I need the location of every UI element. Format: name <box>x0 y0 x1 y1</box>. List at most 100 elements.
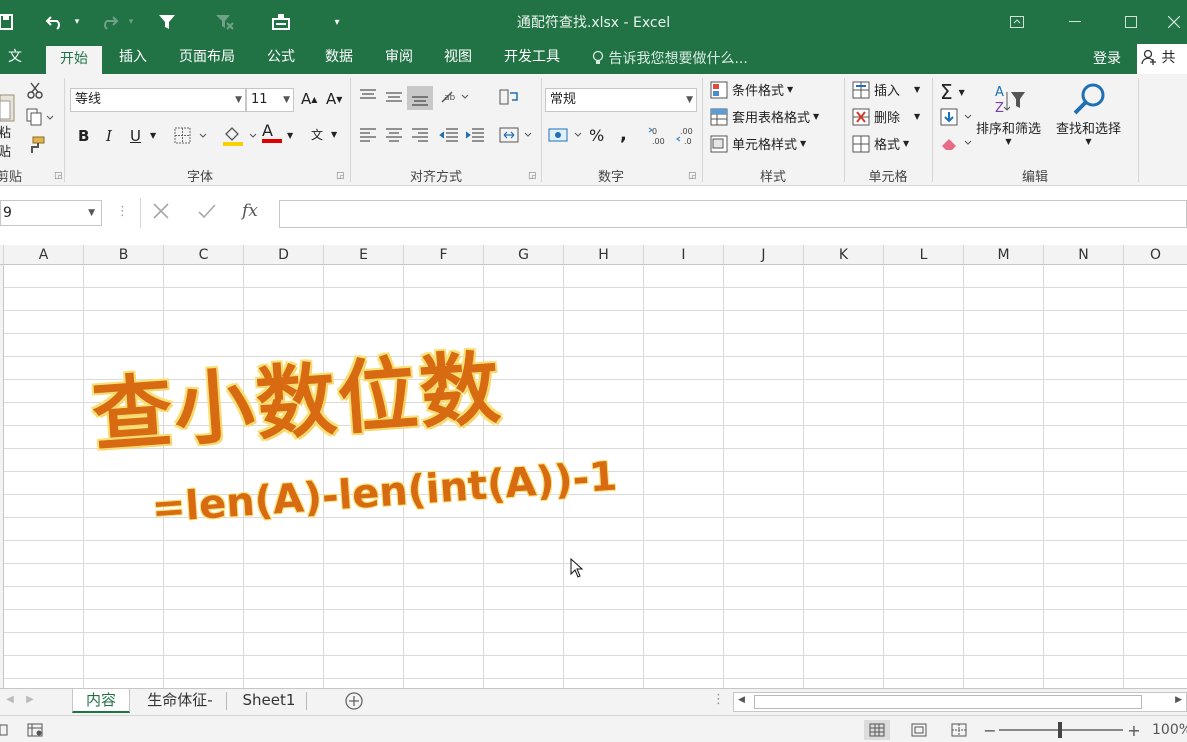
new-sheet-icon[interactable] <box>342 689 366 713</box>
page-layout-view-icon[interactable] <box>906 720 932 740</box>
tab-review[interactable]: 审阅 <box>376 44 422 74</box>
delete-cells-button[interactable]: 删除 ▼ <box>852 107 920 126</box>
column-header-o[interactable]: O <box>1124 245 1187 265</box>
grow-font-button[interactable]: A ▲ <box>301 90 317 108</box>
number-format-box[interactable]: 常规 ▼ <box>545 88 697 112</box>
column-header-d[interactable]: D <box>244 245 324 265</box>
font-launcher-icon[interactable]: ◲ <box>336 171 346 181</box>
fill-color-icon[interactable] <box>222 125 258 147</box>
column-header-i[interactable]: I <box>644 245 724 265</box>
comma-style-button[interactable]: , <box>620 124 627 145</box>
font-name-box[interactable]: 等线 ▼ <box>70 88 246 112</box>
column-header-h[interactable]: H <box>564 245 644 265</box>
font-color-dropdown-icon[interactable]: ▼ <box>287 131 293 140</box>
tell-me-box[interactable]: 告诉我您想要做什么... <box>592 48 748 74</box>
zoom-slider-thumb[interactable] <box>1058 722 1062 738</box>
zoom-level[interactable]: 100% <box>1152 720 1187 740</box>
confirm-entry-icon[interactable] <box>197 202 217 225</box>
accounting-format-icon[interactable] <box>548 126 584 146</box>
format-painter-icon[interactable] <box>26 136 46 154</box>
horizontal-scrollbar[interactable]: ◀ ▶ <box>733 692 1187 712</box>
sheet-tab-vitals[interactable]: 生命体征- <box>134 689 226 713</box>
macro-record-icon[interactable] <box>22 720 48 740</box>
sign-in-link[interactable]: 登录 <box>1093 48 1121 70</box>
minimize-icon[interactable] <box>1052 8 1098 36</box>
zoom-out-icon[interactable]: − <box>980 720 1000 740</box>
column-header-k[interactable]: K <box>804 245 884 265</box>
cell-styles-button[interactable]: 单元格样式 ▼ <box>710 134 806 153</box>
clipboard-launcher-icon[interactable]: ◲ <box>54 171 64 181</box>
fill-button[interactable] <box>940 108 976 126</box>
column-header-c[interactable]: C <box>164 245 244 265</box>
font-color-button[interactable]: A <box>262 123 282 143</box>
formula-input[interactable] <box>279 200 1187 228</box>
number-launcher-icon[interactable]: ◲ <box>688 171 698 181</box>
close-icon[interactable] <box>1160 8 1187 36</box>
scroll-left-icon[interactable]: ◀ <box>738 695 745 705</box>
column-header-f[interactable]: F <box>404 245 484 265</box>
tab-home[interactable]: 开始 <box>46 46 102 74</box>
column-header-g[interactable]: G <box>484 245 564 265</box>
scroll-right-icon[interactable]: ▶ <box>1175 695 1182 705</box>
share-button[interactable]: 共享 <box>1137 44 1187 94</box>
insert-cells-button[interactable]: 插入 ▼ <box>852 80 920 99</box>
column-header-l[interactable]: L <box>884 245 964 265</box>
chevron-down-icon[interactable]: ▼ <box>88 201 95 225</box>
column-header-j[interactable]: J <box>724 245 804 265</box>
column-header-b[interactable]: B <box>84 245 164 265</box>
page-break-view-icon[interactable] <box>946 720 972 740</box>
decrease-decimal-icon[interactable]: .00.0 <box>676 126 698 146</box>
split-handle-icon[interactable]: ⋮ <box>712 689 725 713</box>
sort-filter-button[interactable]: AZ 排序和筛选 ▼ <box>976 82 1041 146</box>
font-size-box[interactable]: 11 ▼ <box>246 88 294 112</box>
tab-file[interactable]: 文件 <box>0 44 22 74</box>
zoom-in-icon[interactable]: + <box>1124 720 1144 740</box>
italic-button[interactable]: I <box>106 127 112 145</box>
phonetic-guide-button[interactable]: 文 ▼ <box>311 126 337 143</box>
next-sheet-icon[interactable]: ▶ <box>22 689 38 713</box>
name-box[interactable]: 9 ▼ <box>0 200 102 226</box>
shrink-font-button[interactable]: A ▼ <box>326 90 342 108</box>
align-left-icon[interactable] <box>358 126 378 144</box>
tab-developer[interactable]: 开发工具 <box>494 44 570 74</box>
maximize-icon[interactable] <box>1108 8 1154 36</box>
prev-sheet-icon[interactable]: ◀ <box>2 689 18 713</box>
ribbon-display-options-icon[interactable] <box>994 8 1040 36</box>
underline-button[interactable]: U <box>130 127 141 145</box>
percent-style-button[interactable]: % <box>589 126 604 145</box>
align-top-icon[interactable] <box>358 88 378 106</box>
increase-decimal-icon[interactable]: 0.00 <box>648 126 670 146</box>
column-header-a[interactable]: A <box>4 245 84 265</box>
align-right-icon[interactable] <box>410 126 430 144</box>
tab-insert[interactable]: 插入 <box>110 44 156 74</box>
align-bottom-icon[interactable] <box>407 86 433 110</box>
borders-icon[interactable] <box>174 127 208 145</box>
insert-function-button[interactable]: fx <box>242 201 258 221</box>
wrap-text-icon[interactable] <box>498 88 520 106</box>
underline-dropdown-icon[interactable]: ▼ <box>150 131 156 140</box>
column-header-n[interactable]: N <box>1044 245 1124 265</box>
bold-button[interactable]: B <box>78 127 89 145</box>
clear-button[interactable] <box>940 134 976 152</box>
decrease-indent-icon[interactable] <box>438 126 460 144</box>
tab-formulas[interactable]: 公式 <box>258 44 304 74</box>
chevron-down-icon[interactable]: ▼ <box>686 89 693 111</box>
format-as-table-button[interactable]: 套用表格格式 ▼ <box>710 107 819 126</box>
align-center-icon[interactable] <box>384 126 404 144</box>
increase-indent-icon[interactable] <box>464 126 486 144</box>
sheet-tab-sheet1[interactable]: Sheet1 <box>232 689 306 713</box>
normal-view-icon[interactable] <box>864 720 890 740</box>
row-headers[interactable] <box>0 265 4 688</box>
orientation-icon[interactable]: ab <box>440 88 470 106</box>
cut-icon[interactable] <box>26 82 44 100</box>
format-cells-button[interactable]: 格式 ▼ <box>852 134 909 153</box>
conditional-formatting-button[interactable]: 条件格式 ▼ <box>710 80 793 99</box>
merge-center-icon[interactable] <box>498 126 534 144</box>
sheet-tab-content[interactable]: 内容 <box>72 689 130 713</box>
column-header-e[interactable]: E <box>324 245 404 265</box>
align-middle-icon[interactable] <box>384 88 404 106</box>
tab-page-layout[interactable]: 页面布局 <box>170 44 244 74</box>
tab-view[interactable]: 视图 <box>435 44 481 74</box>
column-header-m[interactable]: M <box>964 245 1044 265</box>
copy-icon[interactable] <box>26 108 54 126</box>
